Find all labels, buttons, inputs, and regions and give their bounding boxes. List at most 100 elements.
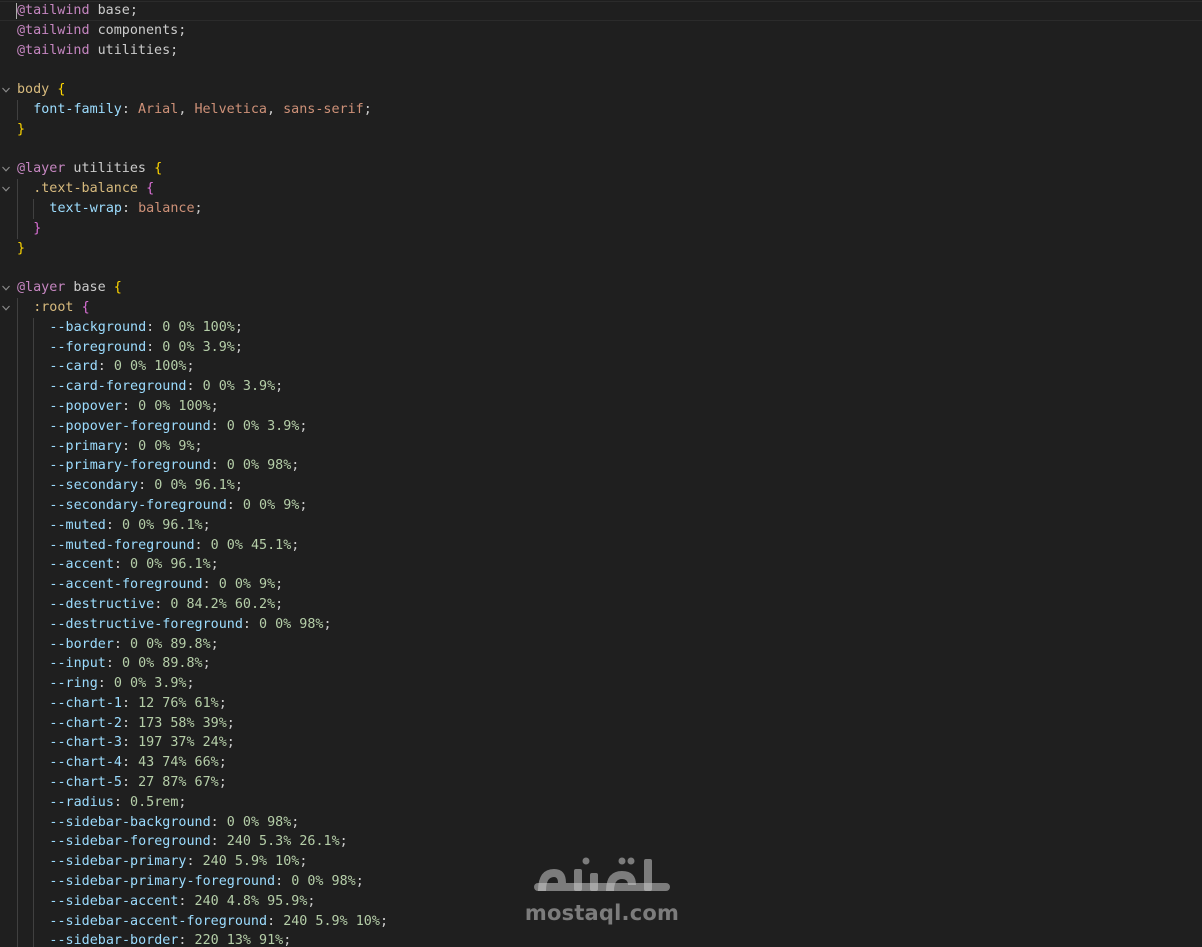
- code-line[interactable]: }: [0, 239, 1202, 259]
- fold-chevron-icon[interactable]: [0, 80, 12, 100]
- code-line[interactable]: @tailwind utilities;: [0, 41, 1202, 61]
- code-token: }: [33, 220, 42, 236]
- code-line-text: --secondary: 0 0% 96.1%;: [49, 476, 243, 496]
- code-line[interactable]: --sidebar-foreground: 240 5.3% 26.1%;: [0, 832, 1202, 853]
- code-line[interactable]: --sidebar-background: 0 0% 98%;: [0, 812, 1202, 833]
- code-token: ;: [379, 913, 388, 929]
- code-token: 240 5.9% 10%: [283, 913, 380, 929]
- indent-guide: [17, 179, 18, 199]
- code-token: :: [202, 577, 219, 593]
- code-line[interactable]: --ring: 0 0% 3.9%;: [0, 674, 1202, 694]
- code-line[interactable]: --secondary: 0 0% 96.1%;: [0, 476, 1202, 496]
- code-token: ;: [210, 398, 219, 414]
- code-line[interactable]: :root {: [0, 297, 1202, 318]
- code-token: :: [105, 656, 122, 672]
- fold-chevron-icon[interactable]: [0, 298, 12, 318]
- code-line[interactable]: font-family: Arial, Helvetica, sans-seri…: [0, 99, 1202, 120]
- indent-guide: [33, 575, 35, 595]
- code-line[interactable]: @layer utilities {: [0, 159, 1202, 179]
- code-token: --popover-foreground: [49, 418, 211, 434]
- code-line[interactable]: }: [0, 120, 1202, 140]
- code-line[interactable]: --chart-1: 12 76% 61%;: [0, 693, 1202, 714]
- code-line-text: }: [17, 239, 25, 259]
- code-line[interactable]: --input: 0 0% 89.8%;: [0, 654, 1202, 675]
- code-line[interactable]: [0, 60, 1202, 80]
- indent-guide: [33, 931, 35, 947]
- code-token: ;: [218, 695, 227, 711]
- code-line[interactable]: --popover: 0 0% 100%;: [0, 396, 1202, 417]
- code-token: base: [65, 280, 114, 296]
- code-token: Arial: [138, 101, 179, 117]
- indent-guide: [17, 792, 18, 813]
- code-line-text: }: [17, 120, 25, 140]
- code-token: 0 0% 89.8%: [121, 656, 203, 672]
- code-line[interactable]: --radius: 0.5rem;: [0, 792, 1202, 813]
- code-token: --destructive: [49, 596, 155, 612]
- fold-chevron-icon[interactable]: [0, 278, 12, 298]
- code-line[interactable]: text-wrap: balance;: [0, 198, 1202, 219]
- code-line[interactable]: --destructive-foreground: 0 0% 98%;: [0, 614, 1202, 635]
- code-token: 0 0% 98%: [226, 814, 292, 830]
- code-line[interactable]: --card-foreground: 0 0% 3.9%;: [0, 377, 1202, 397]
- code-line[interactable]: --primary-foreground: 0 0% 98%;: [0, 456, 1202, 477]
- code-token: :: [113, 636, 131, 652]
- code-token: 0 0% 96.1%: [130, 557, 211, 573]
- code-line[interactable]: --foreground: 0 0% 3.9%;: [0, 337, 1202, 358]
- code-line[interactable]: }: [0, 218, 1202, 239]
- code-line[interactable]: --popover-foreground: 0 0% 3.9%;: [0, 416, 1202, 437]
- code-token: :: [146, 339, 163, 355]
- code-token: :: [194, 537, 211, 553]
- indent-guide: [17, 357, 18, 378]
- indent-guide: [33, 594, 35, 615]
- code-line[interactable]: @tailwind components;: [0, 21, 1202, 41]
- code-token: --card: [49, 359, 98, 375]
- code-line[interactable]: .text-balance {: [0, 179, 1202, 199]
- code-token: ;: [202, 656, 211, 672]
- indent-guide: [17, 852, 18, 873]
- code-line[interactable]: @tailwind base;: [0, 1, 1202, 21]
- indent-guide: [17, 812, 18, 833]
- code-token: ;: [291, 458, 300, 474]
- code-line[interactable]: --background: 0 0% 100%;: [0, 317, 1202, 338]
- code-line[interactable]: --border: 0 0% 89.8%;: [0, 634, 1202, 655]
- indent-guide: [33, 792, 35, 813]
- code-line[interactable]: body {: [0, 80, 1202, 100]
- code-line[interactable]: --card: 0 0% 100%;: [0, 357, 1202, 378]
- code-line[interactable]: --chart-5: 27 87% 67%;: [0, 773, 1202, 793]
- indent-guide: [17, 436, 18, 457]
- code-line[interactable]: --muted-foreground: 0 0% 45.1%;: [0, 535, 1202, 556]
- code-token: --background: [49, 319, 147, 335]
- code-line-text: --sidebar-primary: 240 5.9% 10%;: [49, 852, 307, 872]
- code-line[interactable]: --sidebar-border: 220 13% 91%;: [0, 931, 1202, 947]
- code-line[interactable]: [0, 140, 1202, 160]
- code-line[interactable]: [0, 258, 1202, 278]
- code-line[interactable]: --chart-4: 43 74% 66%;: [0, 753, 1202, 774]
- code-token: --muted: [49, 517, 106, 533]
- code-editor[interactable]: @tailwind base; @tailwind components; @tai…: [0, 0, 1202, 947]
- code-token: 0 0% 96.1%: [154, 478, 235, 494]
- code-line-text: --destructive-foreground: 0 0% 98%;: [49, 615, 331, 635]
- code-line[interactable]: --secondary-foreground: 0 0% 9%;: [0, 495, 1202, 516]
- code-line[interactable]: --chart-3: 197 37% 24%;: [0, 733, 1202, 754]
- code-line[interactable]: --accent: 0 0% 96.1%;: [0, 555, 1202, 576]
- code-line-text: --chart-5: 27 87% 67%;: [49, 773, 226, 793]
- code-lines[interactable]: @tailwind base; @tailwind components; @tai…: [0, 1, 1202, 947]
- indent-guide: [17, 931, 18, 947]
- code-line[interactable]: --accent-foreground: 0 0% 9%;: [0, 575, 1202, 595]
- code-line[interactable]: --muted: 0 0% 96.1%;: [0, 515, 1202, 536]
- code-token: ;: [186, 359, 195, 375]
- code-token: ;: [234, 339, 243, 355]
- indent-guide: [33, 377, 35, 397]
- code-line[interactable]: --chart-2: 173 58% 39%;: [0, 713, 1202, 734]
- code-line[interactable]: --destructive: 0 84.2% 60.2%;: [0, 594, 1202, 615]
- indent-guide: [33, 456, 35, 477]
- code-token: ;: [275, 596, 284, 612]
- fold-chevron-icon[interactable]: [0, 179, 12, 199]
- code-token: ;: [299, 854, 308, 870]
- code-line[interactable]: @layer base {: [0, 278, 1202, 298]
- fold-chevron-icon[interactable]: [0, 159, 12, 179]
- code-line[interactable]: --primary: 0 0% 9%;: [0, 436, 1202, 457]
- code-token: --accent-foreground: [49, 577, 203, 593]
- indent-guide: [33, 891, 35, 912]
- code-token: --input: [49, 656, 106, 672]
